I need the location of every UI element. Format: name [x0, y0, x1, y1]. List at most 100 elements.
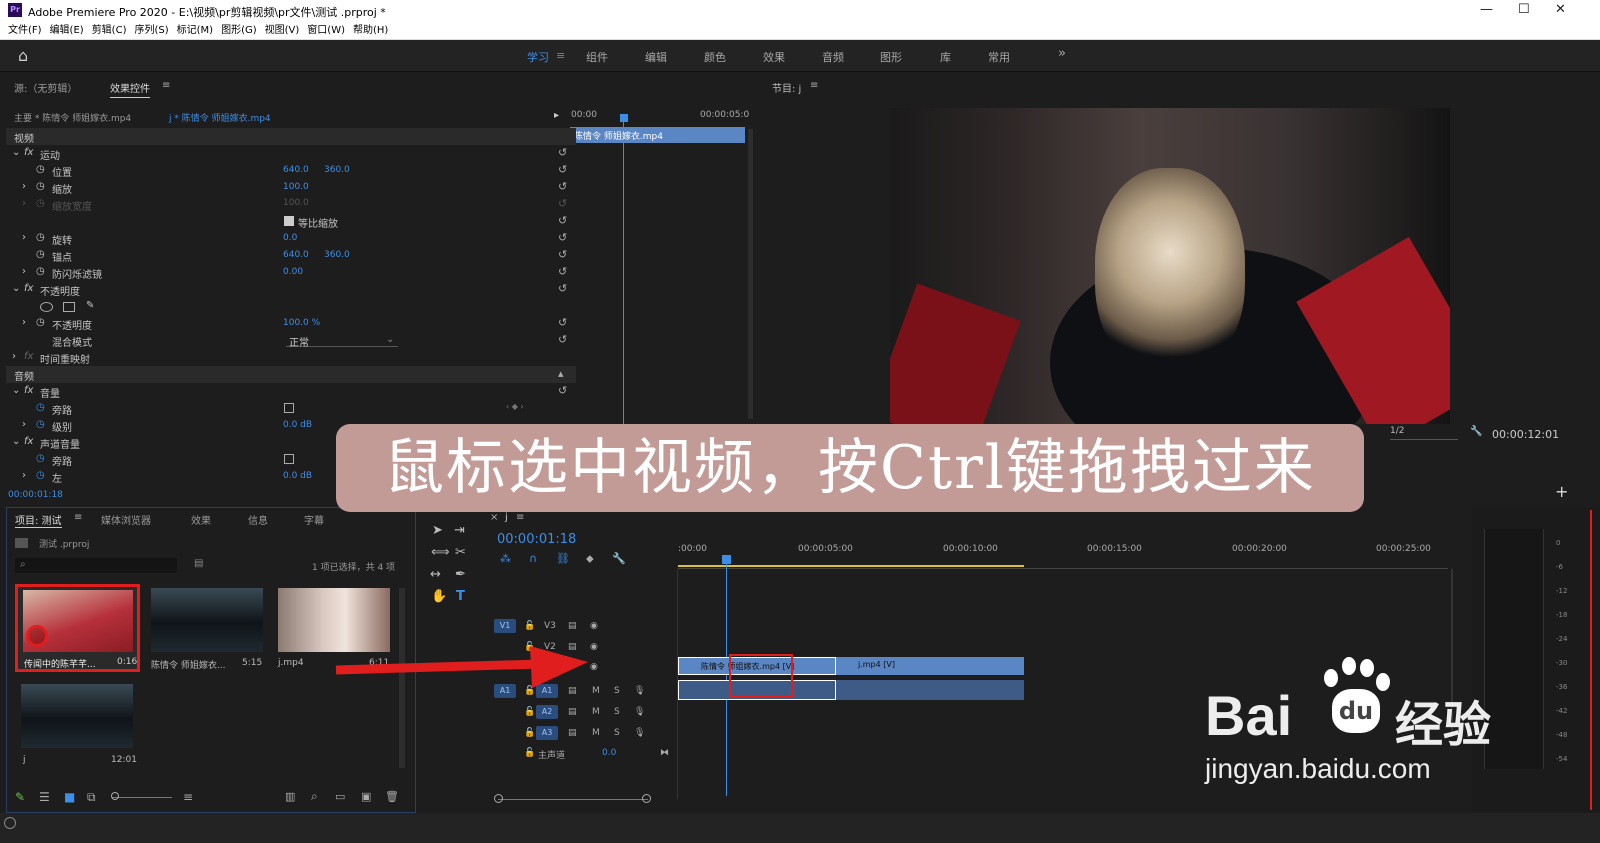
flicker-value[interactable]: 0.00: [283, 267, 303, 277]
sort-icon[interactable]: ≡: [183, 790, 193, 804]
workspace-graphics[interactable]: 图形: [880, 49, 902, 65]
reset-icon[interactable]: ↺: [558, 248, 567, 261]
timeline-playhead-icon[interactable]: [722, 555, 731, 564]
ripple-edit-icon[interactable]: ⟺: [431, 545, 450, 560]
solo-button[interactable]: S: [614, 686, 620, 696]
menu-edit[interactable]: 编辑(E): [50, 22, 84, 39]
search-icon[interactable]: ⌕: [20, 559, 26, 570]
workspace-common[interactable]: 常用: [988, 49, 1010, 65]
reset-icon[interactable]: ↺: [558, 163, 567, 176]
clip-video-2[interactable]: j.mp4 [V]: [836, 657, 1024, 675]
zoom-slider-handle[interactable]: [111, 792, 119, 800]
automate-icon[interactable]: ▥: [285, 790, 295, 803]
solo-button[interactable]: S: [614, 728, 620, 738]
reset-icon[interactable]: ↺: [558, 265, 567, 278]
tab-media-browser[interactable]: 媒体浏览器: [101, 512, 151, 527]
expand-icon[interactable]: ⌄: [12, 283, 20, 294]
add-button-icon[interactable]: +: [1555, 482, 1568, 501]
thumbnail-4[interactable]: [21, 684, 133, 748]
opacity-value[interactable]: 100.0 %: [283, 318, 320, 328]
selection-tool-icon[interactable]: ➤: [432, 523, 443, 538]
expand-icon[interactable]: ›: [22, 198, 26, 209]
menu-sequence[interactable]: 序列(S): [134, 22, 168, 39]
close-tab-icon[interactable]: ×: [490, 512, 498, 523]
expand-icon[interactable]: ⌄: [12, 385, 20, 396]
mute-button[interactable]: M: [592, 686, 600, 696]
thumbnail-2[interactable]: [151, 588, 263, 652]
blend-mode-select[interactable]: 正常: [286, 334, 398, 349]
workspace-assembly[interactable]: 组件: [586, 49, 608, 65]
expand-icon[interactable]: ›: [22, 470, 26, 481]
settings-wrench-icon[interactable]: 🔧: [612, 552, 626, 565]
channel-volume-label[interactable]: 声道音量: [40, 436, 80, 451]
tab-effects[interactable]: 效果: [191, 512, 211, 527]
anchor-y[interactable]: 360.0: [324, 250, 350, 260]
reset-icon[interactable]: ↺: [558, 316, 567, 329]
master-value[interactable]: 0.0: [602, 748, 616, 758]
lock-icon[interactable]: 🔓: [524, 707, 535, 717]
opacity-group-label[interactable]: 不透明度: [40, 283, 80, 298]
scale-value[interactable]: 100.0: [283, 182, 309, 192]
lock-icon[interactable]: 🔓: [524, 621, 535, 631]
freeform-view-icon[interactable]: ⧉: [87, 790, 96, 805]
minimize-icon[interactable]: —: [1480, 2, 1493, 17]
linked-selection-icon[interactable]: ⛓: [556, 552, 570, 565]
menu-clip[interactable]: 剪辑(C): [92, 22, 127, 39]
master-clip[interactable]: 主要 * 陈情令 师姐嫁衣.mp4: [14, 111, 131, 124]
workspace-libraries[interactable]: 库: [940, 49, 951, 65]
track-select-icon[interactable]: ⇥: [454, 523, 465, 538]
anchor-x[interactable]: 640.0: [283, 250, 309, 260]
left-value[interactable]: 0.0 dB: [283, 471, 312, 481]
reset-icon[interactable]: ↺: [558, 384, 567, 397]
workspace-learn[interactable]: 学习: [527, 49, 549, 65]
mute-button[interactable]: M: [592, 728, 600, 738]
rotation-value[interactable]: 0.0: [283, 233, 297, 243]
track-a3-label[interactable]: A3: [536, 726, 558, 740]
zoom-start-handle[interactable]: [494, 794, 503, 803]
menu-marker[interactable]: 标记(M): [177, 22, 213, 39]
mic-icon[interactable]: 🎙: [634, 686, 645, 696]
list-view-icon[interactable]: ☰: [39, 790, 50, 804]
solo-button[interactable]: S: [614, 707, 620, 717]
workspace-effects[interactable]: 效果: [763, 49, 785, 65]
rectangle-mask-icon[interactable]: [63, 302, 75, 312]
position-y[interactable]: 360.0: [324, 165, 350, 175]
stopwatch-icon[interactable]: ◷: [36, 419, 45, 430]
new-bin-from-search-icon[interactable]: ▤: [194, 558, 203, 569]
stopwatch-icon[interactable]: ◷: [36, 317, 45, 328]
lock-icon[interactable]: 🔓: [524, 748, 535, 758]
stopwatch-icon[interactable]: ◷: [36, 453, 45, 464]
reset-icon[interactable]: ↺: [558, 333, 567, 346]
type-tool-icon[interactable]: T: [456, 589, 465, 604]
sync-icon[interactable]: ▤: [568, 621, 577, 631]
master-end-icon[interactable]: ⧓: [660, 748, 669, 758]
sequence-clip[interactable]: j * 陈情令 师姐嫁衣.mp4: [169, 111, 271, 124]
mute-button[interactable]: M: [592, 707, 600, 717]
source-v1-patch[interactable]: V1: [494, 619, 516, 633]
reset-icon[interactable]: ↺: [558, 214, 567, 227]
expand-icon[interactable]: ⌄: [12, 147, 20, 158]
stopwatch-icon[interactable]: ◷: [36, 470, 45, 481]
pencil-icon[interactable]: ✎: [15, 790, 25, 804]
uniform-scale-checkbox[interactable]: [284, 216, 294, 226]
track-a2-label[interactable]: A2: [536, 705, 558, 719]
find-icon[interactable]: ⌕: [311, 789, 318, 804]
timeline-hscroll[interactable]: [498, 799, 648, 800]
eye-icon[interactable]: ◉: [590, 621, 598, 631]
stopwatch-icon[interactable]: ◷: [36, 249, 45, 260]
expand-icon[interactable]: ›: [12, 351, 16, 362]
ec-timecode[interactable]: 00:00:01:18: [8, 490, 63, 500]
motion-label[interactable]: 运动: [40, 147, 60, 162]
panel-menu-icon[interactable]: ≡: [162, 80, 170, 91]
overflow-icon[interactable]: »: [1058, 46, 1066, 61]
expand-icon[interactable]: ›: [22, 266, 26, 277]
reset-icon[interactable]: ↺: [558, 282, 567, 295]
reset-icon[interactable]: ↺: [558, 231, 567, 244]
menu-window[interactable]: 窗口(W): [307, 22, 345, 39]
tab-effect-controls[interactable]: 效果控件: [110, 80, 150, 98]
eye-icon[interactable]: ◉: [590, 662, 598, 672]
reset-icon[interactable]: ↺: [558, 146, 567, 159]
menu-file[interactable]: 文件(F): [8, 22, 42, 39]
lock-icon[interactable]: 🔓: [524, 728, 535, 738]
pen-tool-icon[interactable]: ✒: [455, 567, 466, 582]
